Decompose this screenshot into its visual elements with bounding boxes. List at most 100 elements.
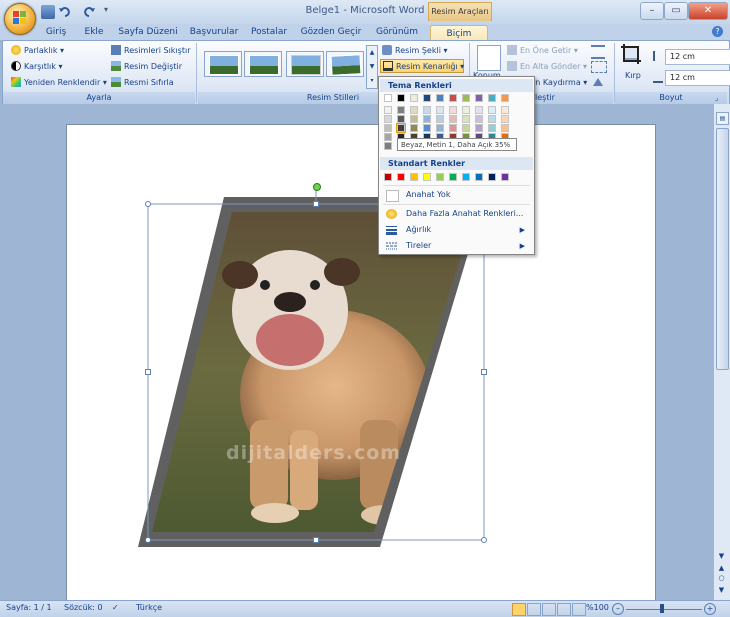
- theme-shade-swatch[interactable]: [384, 106, 392, 114]
- standard-color-swatch[interactable]: [449, 173, 457, 181]
- theme-shade-swatch[interactable]: [397, 115, 405, 123]
- picture-style-1[interactable]: [204, 51, 242, 77]
- dashes-item[interactable]: Tireler ▶: [380, 238, 533, 254]
- scroll-thumb[interactable]: [716, 128, 729, 370]
- zoom-slider[interactable]: [626, 609, 702, 610]
- help-icon[interactable]: ?: [712, 26, 723, 37]
- maximize-button[interactable]: ▭: [664, 2, 688, 20]
- theme-shade-swatch[interactable]: [384, 133, 392, 141]
- resize-handle-w[interactable]: [145, 369, 151, 375]
- metin-kaydirma-button[interactable]: in Kaydırma ▾: [533, 76, 587, 90]
- scroll-down-icon[interactable]: ▼: [716, 552, 727, 562]
- word-count[interactable]: Sözcük: 0: [64, 603, 103, 612]
- standard-color-swatch[interactable]: [501, 173, 509, 181]
- resize-handle-sw[interactable]: [145, 537, 151, 543]
- theme-shade-swatch[interactable]: [436, 115, 444, 123]
- theme-shade-swatch[interactable]: [397, 106, 405, 114]
- resize-handle-se[interactable]: [481, 537, 487, 543]
- zoom-level[interactable]: %100: [586, 603, 609, 612]
- theme-shade-swatch[interactable]: [475, 115, 483, 123]
- theme-color-swatch[interactable]: [384, 94, 392, 102]
- yeniden-renklendir-button[interactable]: Yeniden Renklendir ▾: [11, 76, 107, 90]
- kirp-button[interactable]: Kırp: [625, 69, 641, 83]
- close-button[interactable]: ✕: [688, 2, 728, 20]
- height-input[interactable]: 12 cm: [665, 49, 730, 65]
- theme-shade-swatch[interactable]: [449, 124, 457, 132]
- theme-shade-swatch[interactable]: [449, 115, 457, 123]
- theme-shade-swatch[interactable]: [488, 124, 496, 132]
- theme-shade-swatch[interactable]: [462, 106, 470, 114]
- theme-shade-swatch[interactable]: [410, 106, 418, 114]
- standard-color-swatch[interactable]: [436, 173, 444, 181]
- standard-color-swatch[interactable]: [423, 173, 431, 181]
- gallery-scroll[interactable]: ▲ ▼ ▾: [366, 45, 378, 89]
- theme-color-swatch[interactable]: [436, 94, 444, 102]
- prev-page-icon[interactable]: ▲: [716, 564, 727, 574]
- resize-handle-e[interactable]: [481, 369, 487, 375]
- theme-shade-swatch[interactable]: [436, 106, 444, 114]
- weight-item[interactable]: Ağırlık ▶: [380, 222, 533, 238]
- browse-object-icon[interactable]: ○: [716, 574, 727, 584]
- picture-style-3[interactable]: [286, 51, 324, 77]
- theme-color-swatch[interactable]: [410, 94, 418, 102]
- theme-shade-swatch[interactable]: [410, 115, 418, 123]
- resmi-sifirla-button[interactable]: Resmi Sıfırla: [111, 76, 174, 90]
- standard-color-swatch[interactable]: [410, 173, 418, 181]
- redo-icon[interactable]: [82, 5, 96, 19]
- tab-gozden-gecir[interactable]: Gözden Geçir: [300, 24, 362, 40]
- draft-icon[interactable]: [572, 603, 586, 616]
- resize-handle-nw[interactable]: [145, 201, 151, 207]
- tab-sayfa-duzeni[interactable]: Sayfa Düzeni: [118, 24, 178, 40]
- theme-shade-swatch[interactable]: [488, 115, 496, 123]
- tab-gorunum[interactable]: Görünüm: [372, 24, 422, 40]
- next-page-icon[interactable]: ▼: [716, 586, 727, 596]
- width-input[interactable]: 12 cm: [665, 70, 730, 86]
- resim-sekli-button[interactable]: Resim Şekli ▾: [382, 44, 448, 58]
- position-icon[interactable]: [477, 45, 501, 71]
- theme-color-swatch[interactable]: [501, 94, 509, 102]
- undo-icon[interactable]: [58, 5, 72, 19]
- page-count[interactable]: Sayfa: 1 / 1: [6, 603, 52, 612]
- theme-shade-swatch[interactable]: [384, 124, 392, 132]
- outline-icon[interactable]: [557, 603, 571, 616]
- en-alta-gonder-button[interactable]: En Alta Gönder ▾: [507, 60, 587, 74]
- resim-kenarligi-button[interactable]: Resim Kenarlığı ▾: [380, 59, 464, 73]
- zoom-out-icon[interactable]: –: [612, 603, 624, 615]
- theme-shade-swatch[interactable]: [501, 106, 509, 114]
- theme-shade-swatch[interactable]: [475, 124, 483, 132]
- more-outline-colors-item[interactable]: Daha Fazla Anahat Renkleri...: [380, 206, 533, 222]
- qat-customize-icon[interactable]: ▾: [104, 5, 108, 14]
- tab-ekle[interactable]: Ekle: [80, 24, 108, 40]
- minimize-button[interactable]: –: [640, 2, 664, 20]
- resize-handle-n[interactable]: [313, 201, 319, 207]
- theme-color-swatch[interactable]: [397, 94, 405, 102]
- full-screen-icon[interactable]: [527, 603, 541, 616]
- standard-color-swatch[interactable]: [475, 173, 483, 181]
- dialog-launcher-icon[interactable]: ⌟: [715, 94, 718, 102]
- resize-handle-s[interactable]: [313, 537, 319, 543]
- standard-color-swatch[interactable]: [462, 173, 470, 181]
- crop-icon[interactable]: [621, 44, 643, 66]
- theme-color-swatch[interactable]: [488, 94, 496, 102]
- group-icon[interactable]: [591, 61, 607, 73]
- tab-bicim[interactable]: Biçim: [430, 25, 488, 41]
- no-outline-item[interactable]: Anahat Yok: [380, 187, 533, 203]
- theme-shade-swatch[interactable]: [410, 124, 418, 132]
- theme-shade-swatch[interactable]: [488, 106, 496, 114]
- standard-color-swatch[interactable]: [384, 173, 392, 181]
- theme-shade-swatch[interactable]: [423, 115, 431, 123]
- tab-postalar[interactable]: Postalar: [248, 24, 290, 40]
- zoom-in-icon[interactable]: +: [704, 603, 716, 615]
- standard-color-swatch[interactable]: [397, 173, 405, 181]
- proofing-icon[interactable]: ✓: [112, 603, 124, 613]
- theme-shade-swatch[interactable]: [436, 124, 444, 132]
- rotate-icon[interactable]: [591, 77, 605, 87]
- theme-color-swatch[interactable]: [462, 94, 470, 102]
- language[interactable]: Türkçe: [136, 603, 162, 612]
- theme-shade-swatch[interactable]: [423, 106, 431, 114]
- standard-color-swatch[interactable]: [488, 173, 496, 181]
- ruler-toggle-icon[interactable]: ▤: [716, 112, 729, 125]
- web-layout-icon[interactable]: [542, 603, 556, 616]
- print-layout-icon[interactable]: [512, 603, 526, 616]
- theme-color-swatch[interactable]: [475, 94, 483, 102]
